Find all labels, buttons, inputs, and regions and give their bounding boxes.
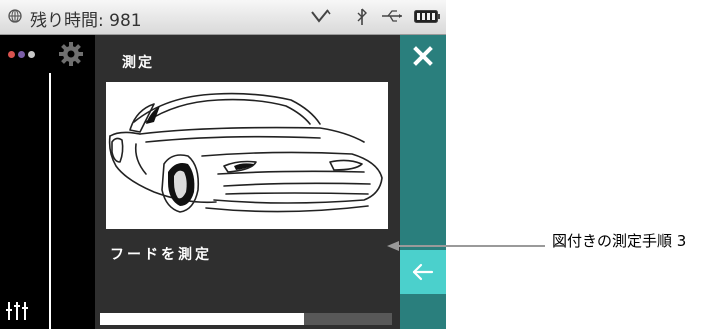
callout-label: 図付きの測定手順 3 <box>552 232 687 250</box>
remaining-time: 残り時間: 981 <box>30 11 142 31</box>
car-drawing <box>108 92 383 213</box>
car-hood-illustration <box>106 82 388 229</box>
battery-icon <box>414 10 440 23</box>
usb-icon <box>382 10 402 22</box>
figure: 残り時間: 981 測定 フードを測定 図付きの測定手順 3 <box>0 0 728 329</box>
purple-dot <box>18 51 25 58</box>
back-button[interactable] <box>400 250 446 294</box>
red-dot <box>8 51 15 58</box>
close-icon[interactable] <box>400 35 446 79</box>
callout-arrow <box>387 241 545 251</box>
page-title: 測定 <box>122 55 154 71</box>
close-button[interactable] <box>400 35 446 79</box>
globe-icon <box>8 9 22 23</box>
progress-fill <box>100 313 305 325</box>
gear-icon[interactable] <box>58 41 84 67</box>
bluetooth-icon <box>357 8 367 25</box>
settings-tab[interactable] <box>47 35 95 73</box>
signal-check-icon <box>311 9 331 23</box>
status-bar: 残り時間: 981 <box>0 0 446 35</box>
color-dots-icon[interactable] <box>8 50 40 60</box>
slider-settings-icon[interactable] <box>6 298 30 320</box>
progress-bar <box>100 313 392 325</box>
measurement-step-label: フードを測定 <box>110 247 212 263</box>
secondary-rail <box>49 72 95 329</box>
back-arrow-icon[interactable] <box>400 250 446 294</box>
device-screen: 残り時間: 981 測定 フードを測定 <box>0 0 446 329</box>
left-menu-rail <box>0 35 47 329</box>
gray-dot <box>28 51 35 58</box>
